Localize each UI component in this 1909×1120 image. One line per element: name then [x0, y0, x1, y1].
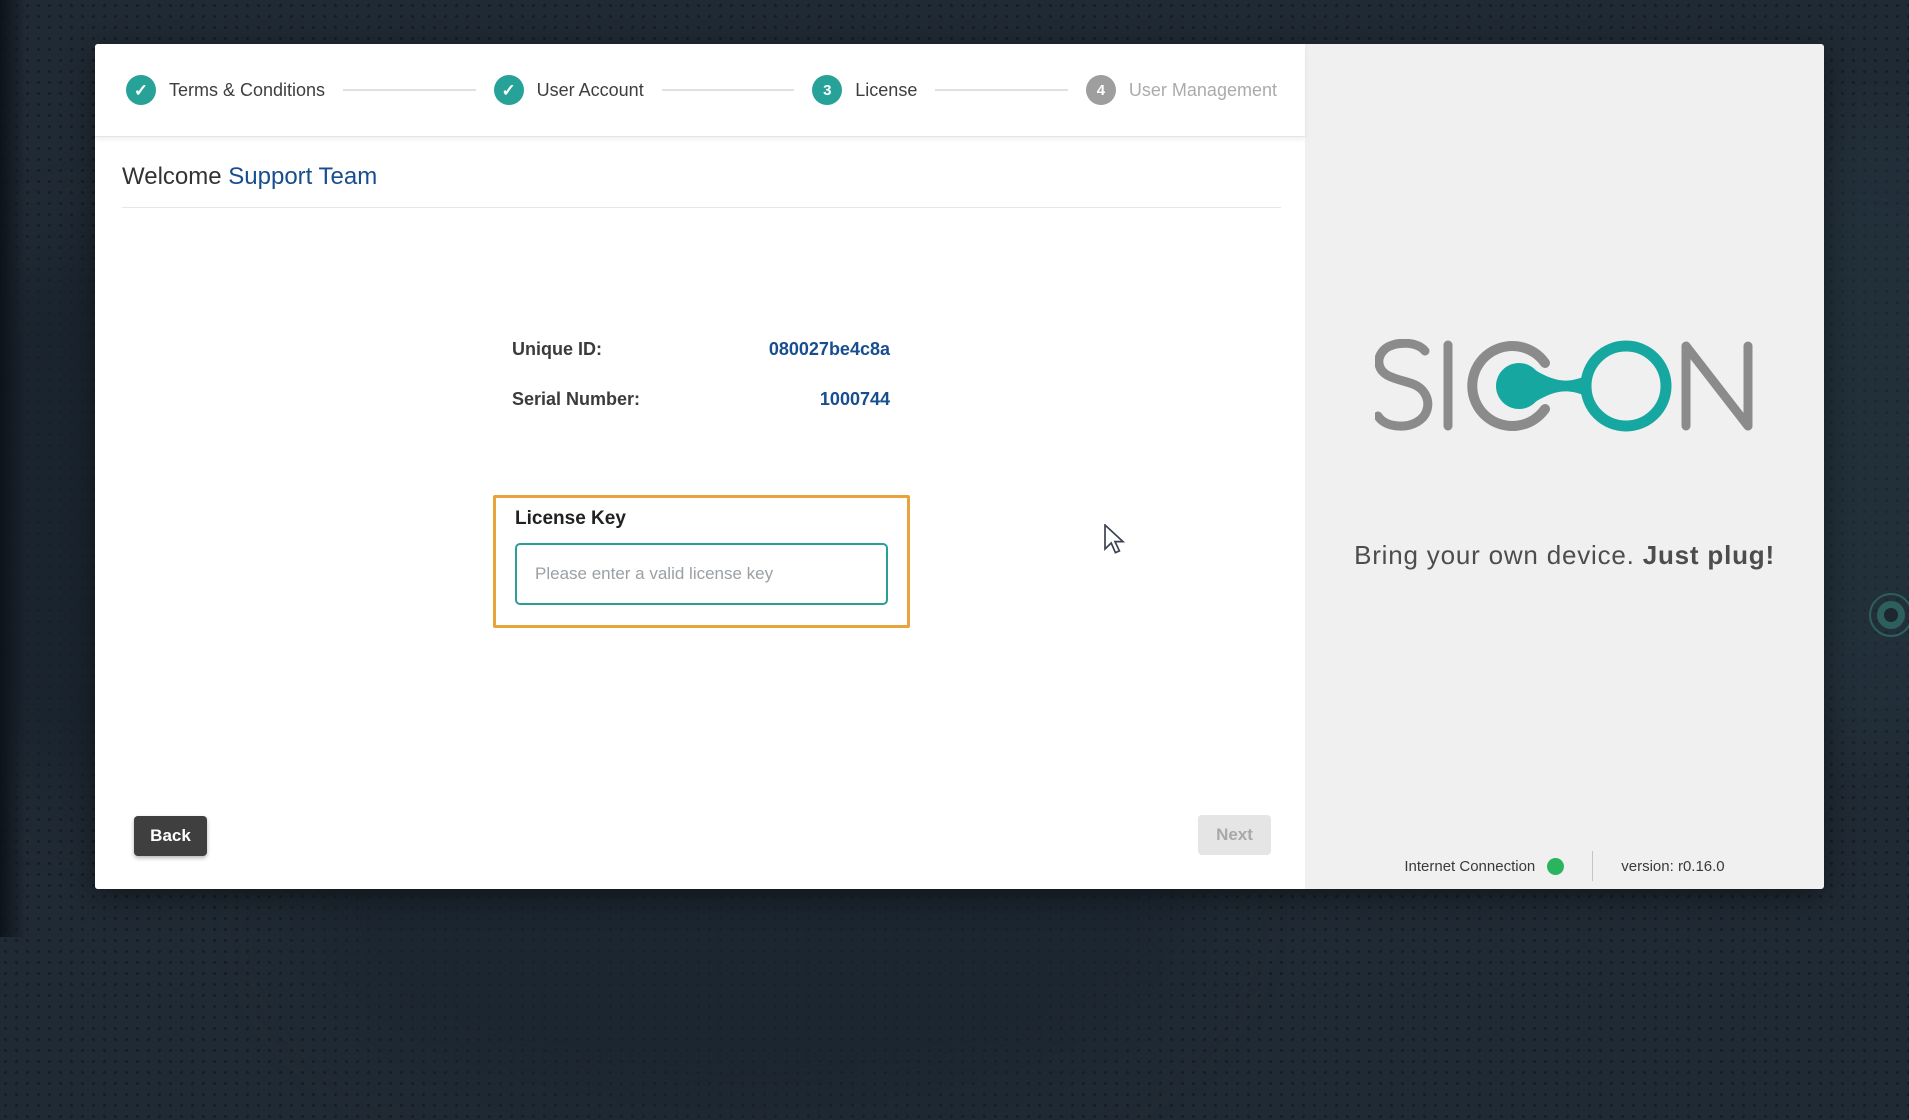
page-title: Welcome Support Team [122, 163, 377, 191]
step-terms-and-conditions[interactable]: ✓ Terms & Conditions [126, 75, 325, 105]
stepper-connector [662, 89, 795, 91]
tagline-bold: Just plug! [1643, 540, 1775, 570]
step-license[interactable]: 3 License [812, 75, 917, 105]
unique-id-label: Unique ID: [512, 339, 602, 360]
wizard-main-panel: ✓ Terms & Conditions ✓ User Account 3 Li… [95, 44, 1305, 889]
unique-id-row: Unique ID: 080027be4c8a [512, 339, 890, 360]
license-key-input[interactable] [515, 543, 888, 605]
title-divider [122, 207, 1281, 208]
serial-number-label: Serial Number: [512, 389, 640, 410]
step-1-label: Terms & Conditions [169, 80, 325, 101]
step-1-circle: ✓ [126, 75, 156, 105]
serial-number-value: 1000744 [820, 389, 890, 410]
step-user-management: 4 User Management [1086, 75, 1277, 105]
step-3-number: 3 [823, 82, 831, 99]
step-4-number: 4 [1097, 82, 1105, 99]
license-step-content: Welcome Support Team Unique ID: 080027be… [95, 137, 1305, 889]
step-4-circle: 4 [1086, 75, 1116, 105]
wizard-stepper: ✓ Terms & Conditions ✓ User Account 3 Li… [95, 44, 1305, 137]
background-ring-ornament [1869, 593, 1909, 637]
sicon-logo [1375, 339, 1755, 432]
status-bar: Internet Connection version: r0.16.0 [1305, 851, 1824, 881]
back-button[interactable]: Back [134, 816, 207, 856]
internet-status-dot-icon [1547, 858, 1564, 875]
status-divider [1592, 851, 1593, 881]
step-4-label: User Management [1129, 80, 1277, 101]
device-info: Unique ID: 080027be4c8a Serial Number: 1… [512, 339, 890, 439]
tagline: Bring your own device. Just plug! [1354, 540, 1775, 571]
version-label: version: r0.16.0 [1621, 858, 1724, 875]
step-user-account[interactable]: ✓ User Account [494, 75, 644, 105]
unique-id-value: 080027be4c8a [769, 339, 890, 360]
setup-wizard-card: ✓ Terms & Conditions ✓ User Account 3 Li… [95, 44, 1824, 889]
step-2-label: User Account [537, 80, 644, 101]
tagline-regular: Bring your own device. [1354, 540, 1643, 570]
serial-number-row: Serial Number: 1000744 [512, 389, 890, 410]
license-key-highlight-box: License Key [493, 495, 910, 628]
background-vignette [0, 0, 26, 937]
check-icon: ✓ [134, 82, 148, 99]
account-name: Support Team [228, 163, 377, 190]
check-icon: ✓ [502, 82, 516, 99]
welcome-text: Welcome [122, 163, 222, 190]
step-3-label: License [855, 80, 917, 101]
stepper-connector [935, 89, 1068, 91]
internet-connection-label: Internet Connection [1404, 858, 1535, 875]
branding-sidebar: Bring your own device. Just plug! Intern… [1305, 44, 1824, 889]
next-button[interactable]: Next [1198, 815, 1271, 855]
step-2-circle: ✓ [494, 75, 524, 105]
step-3-circle: 3 [812, 75, 842, 105]
stepper-connector [343, 89, 476, 91]
license-key-label: License Key [515, 508, 626, 530]
